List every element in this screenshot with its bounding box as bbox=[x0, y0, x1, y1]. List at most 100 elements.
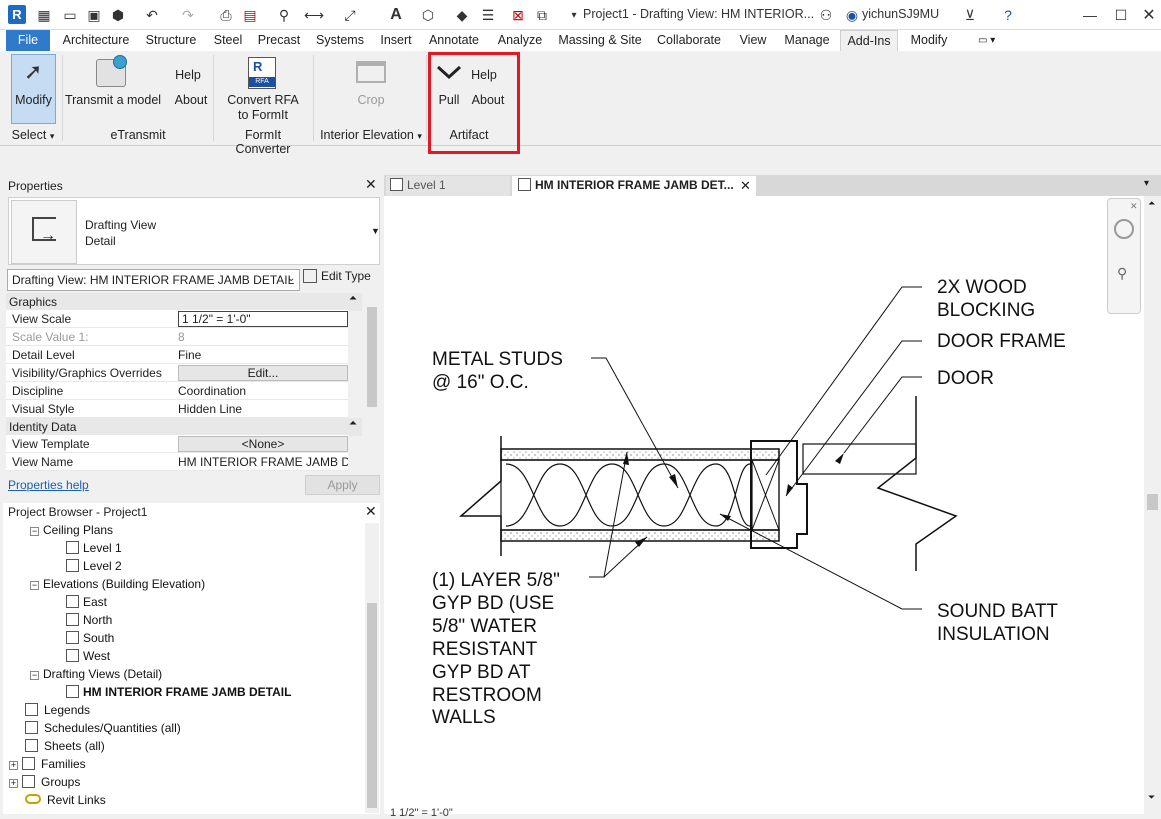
edit-type-button[interactable]: Edit Type bbox=[303, 269, 377, 291]
transmit-model-button[interactable]: Transmit a model bbox=[64, 93, 162, 107]
tree-ceiling-plans[interactable]: − Ceiling Plans bbox=[30, 523, 113, 537]
tab-modify[interactable]: Modify bbox=[904, 30, 954, 51]
tab-insert[interactable]: Insert bbox=[376, 30, 416, 51]
tree-east[interactable]: East bbox=[66, 595, 107, 609]
property-row[interactable]: View Scale 1 1/2" = 1'-0" bbox=[6, 310, 348, 328]
tab-analyze[interactable]: Analyze bbox=[492, 30, 548, 51]
tab-precast[interactable]: Precast bbox=[256, 30, 302, 51]
user-icon[interactable]: ◉ bbox=[842, 5, 862, 25]
tree-schedules[interactable]: Schedules/Quantities (all) bbox=[25, 721, 181, 735]
apply-button[interactable]: Apply bbox=[305, 475, 380, 495]
convert-rfa-button-line2[interactable]: to FormIt bbox=[222, 108, 304, 122]
close-icon[interactable]: ✕ bbox=[1130, 201, 1138, 212]
tab-file[interactable]: File bbox=[6, 30, 50, 51]
tab-architecture[interactable]: Architecture bbox=[58, 30, 134, 51]
tab-massing-site[interactable]: Massing & Site bbox=[556, 30, 644, 51]
rfa-file-icon[interactable]: R RFA bbox=[248, 57, 276, 89]
collapse-icon[interactable]: ⏶ bbox=[349, 293, 357, 304]
etransmit-about-button[interactable]: About bbox=[168, 93, 214, 107]
properties-help-link[interactable]: Properties help bbox=[8, 478, 89, 492]
property-value[interactable]: Edit... bbox=[178, 365, 348, 381]
chevron-down-icon[interactable]: ⏷ bbox=[1148, 792, 1155, 803]
canvas-scrollbar[interactable]: ⏶ ⏷ bbox=[1144, 196, 1161, 814]
steering-wheel-icon[interactable] bbox=[1114, 219, 1134, 239]
close-icon[interactable]: ✕ bbox=[365, 176, 377, 193]
collapse-icon[interactable]: − bbox=[30, 671, 39, 680]
property-value[interactable]: 1 1/2" = 1'-0" bbox=[178, 311, 348, 327]
expand-icon[interactable]: + bbox=[9, 779, 18, 788]
tree-hm-interior-detail[interactable]: HM INTERIOR FRAME JAMB DETAIL bbox=[66, 685, 291, 699]
tab-add-ins[interactable]: Add-Ins bbox=[840, 30, 898, 51]
property-value[interactable]: <None> bbox=[178, 436, 348, 452]
section-icon[interactable]: ◆ bbox=[452, 5, 472, 25]
tab-manage[interactable]: Manage bbox=[780, 30, 834, 51]
etransmit-help-button[interactable]: Help bbox=[168, 68, 208, 82]
redo-icon[interactable]: ↷ bbox=[178, 5, 198, 25]
zoom-icon[interactable]: ⚲ bbox=[1117, 265, 1127, 282]
close-icon[interactable]: ✕ bbox=[740, 178, 751, 194]
convert-rfa-button-line1[interactable]: Convert RFA bbox=[222, 93, 304, 107]
maximize-icon[interactable]: ☐ bbox=[1111, 5, 1131, 25]
tab-hm-interior[interactable]: HM INTERIOR FRAME JAMB DET... ✕ bbox=[512, 176, 756, 196]
collapse-icon[interactable]: − bbox=[30, 527, 39, 536]
tree-sheets[interactable]: Sheets (all) bbox=[25, 739, 105, 753]
user-name[interactable]: yichunSJ9MU bbox=[862, 7, 939, 21]
property-row[interactable]: View Template <None> bbox=[6, 435, 348, 453]
tree-drafting-views[interactable]: − Drafting Views (Detail) bbox=[30, 667, 162, 681]
close-window-icon[interactable]: ✕ bbox=[1139, 5, 1159, 25]
tab-systems[interactable]: Systems bbox=[312, 30, 368, 51]
status-scale[interactable]: 1 1/2" = 1'-0" bbox=[390, 807, 453, 819]
property-row[interactable]: Detail Level Fine bbox=[6, 346, 348, 364]
thin-lines-icon[interactable]: ☰ bbox=[478, 5, 498, 25]
tab-view[interactable]: View bbox=[734, 30, 772, 51]
3d-view-icon[interactable]: ⬡ bbox=[418, 5, 438, 25]
property-row[interactable]: Discipline Coordination bbox=[6, 382, 348, 400]
revit-logo-icon[interactable]: R bbox=[8, 5, 26, 24]
scroll-thumb[interactable] bbox=[367, 603, 377, 808]
tree-legends[interactable]: Legends bbox=[25, 703, 90, 717]
property-row[interactable]: Visibility/Graphics Overrides Edit... bbox=[6, 364, 348, 382]
type-selector[interactable]: → Drafting View Detail ▼ bbox=[8, 197, 380, 265]
drawing-canvas[interactable]: METAL STUDS @ 16" O.C. 2X WOOD BLOCKING … bbox=[384, 196, 1144, 819]
home-icon[interactable]: ▦ bbox=[34, 5, 54, 25]
tree-level-1[interactable]: Level 1 bbox=[66, 541, 122, 555]
pdf-icon[interactable]: ▤ bbox=[240, 5, 260, 25]
open-icon[interactable]: ▭ bbox=[60, 5, 80, 25]
switch-windows-icon[interactable]: ⧉ bbox=[532, 5, 552, 25]
chevron-up-icon[interactable]: ⏶ bbox=[1148, 198, 1155, 209]
tab-structure[interactable]: Structure bbox=[142, 30, 200, 51]
property-row[interactable]: Visual Style Hidden Line bbox=[6, 400, 348, 418]
close-icon[interactable]: ✕ bbox=[365, 503, 377, 520]
print-icon[interactable]: ⎙ bbox=[216, 5, 236, 25]
tree-north[interactable]: North bbox=[66, 613, 112, 627]
crop-button[interactable]: Crop bbox=[346, 93, 396, 107]
tab-level-1[interactable]: Level 1 bbox=[386, 176, 510, 196]
collapse-icon[interactable]: − bbox=[30, 581, 39, 590]
binoculars-icon[interactable]: ⚇ bbox=[816, 5, 836, 25]
select-panel-label[interactable]: Select ▾ bbox=[8, 128, 58, 142]
tree-level-2[interactable]: Level 2 bbox=[66, 559, 122, 573]
scroll-thumb[interactable] bbox=[1147, 494, 1158, 510]
tag-icon[interactable]: ⤢ bbox=[340, 5, 360, 25]
instance-selector[interactable]: Drafting View: HM INTERIOR FRAME JAMB DE… bbox=[7, 269, 300, 291]
property-row[interactable]: View Name HM INTERIOR FRAME JAMB D... bbox=[6, 453, 348, 471]
undo-icon[interactable]: ↶ bbox=[142, 5, 162, 25]
property-row[interactable]: Scale Value 1: 8 bbox=[6, 328, 348, 346]
expand-icon[interactable]: + bbox=[9, 761, 18, 770]
panel-state-toggle-icon[interactable]: ▭ ▾ bbox=[978, 35, 1002, 47]
tree-families[interactable]: + Families bbox=[9, 757, 86, 771]
tree-revit-links[interactable]: Revit Links bbox=[25, 793, 106, 807]
measure-icon[interactable]: ⚲ bbox=[274, 5, 294, 25]
collapse-icon[interactable]: ⏶ bbox=[349, 418, 357, 429]
scroll-thumb[interactable] bbox=[367, 307, 377, 407]
help-icon[interactable]: ? bbox=[998, 5, 1018, 25]
customize-qat-icon[interactable]: ▾ bbox=[564, 5, 584, 25]
tab-steel[interactable]: Steel bbox=[208, 30, 248, 51]
tree-elevations[interactable]: − Elevations (Building Elevation) bbox=[30, 577, 205, 591]
group-identity[interactable]: Identity Data bbox=[6, 418, 362, 436]
navigation-bar[interactable]: ⚲ ✕ bbox=[1107, 198, 1141, 314]
properties-scrollbar[interactable] bbox=[365, 293, 379, 471]
cart-icon[interactable]: ⊻ bbox=[960, 5, 980, 25]
minimize-icon[interactable]: — bbox=[1080, 5, 1100, 25]
tab-collaborate[interactable]: Collaborate bbox=[652, 30, 726, 51]
